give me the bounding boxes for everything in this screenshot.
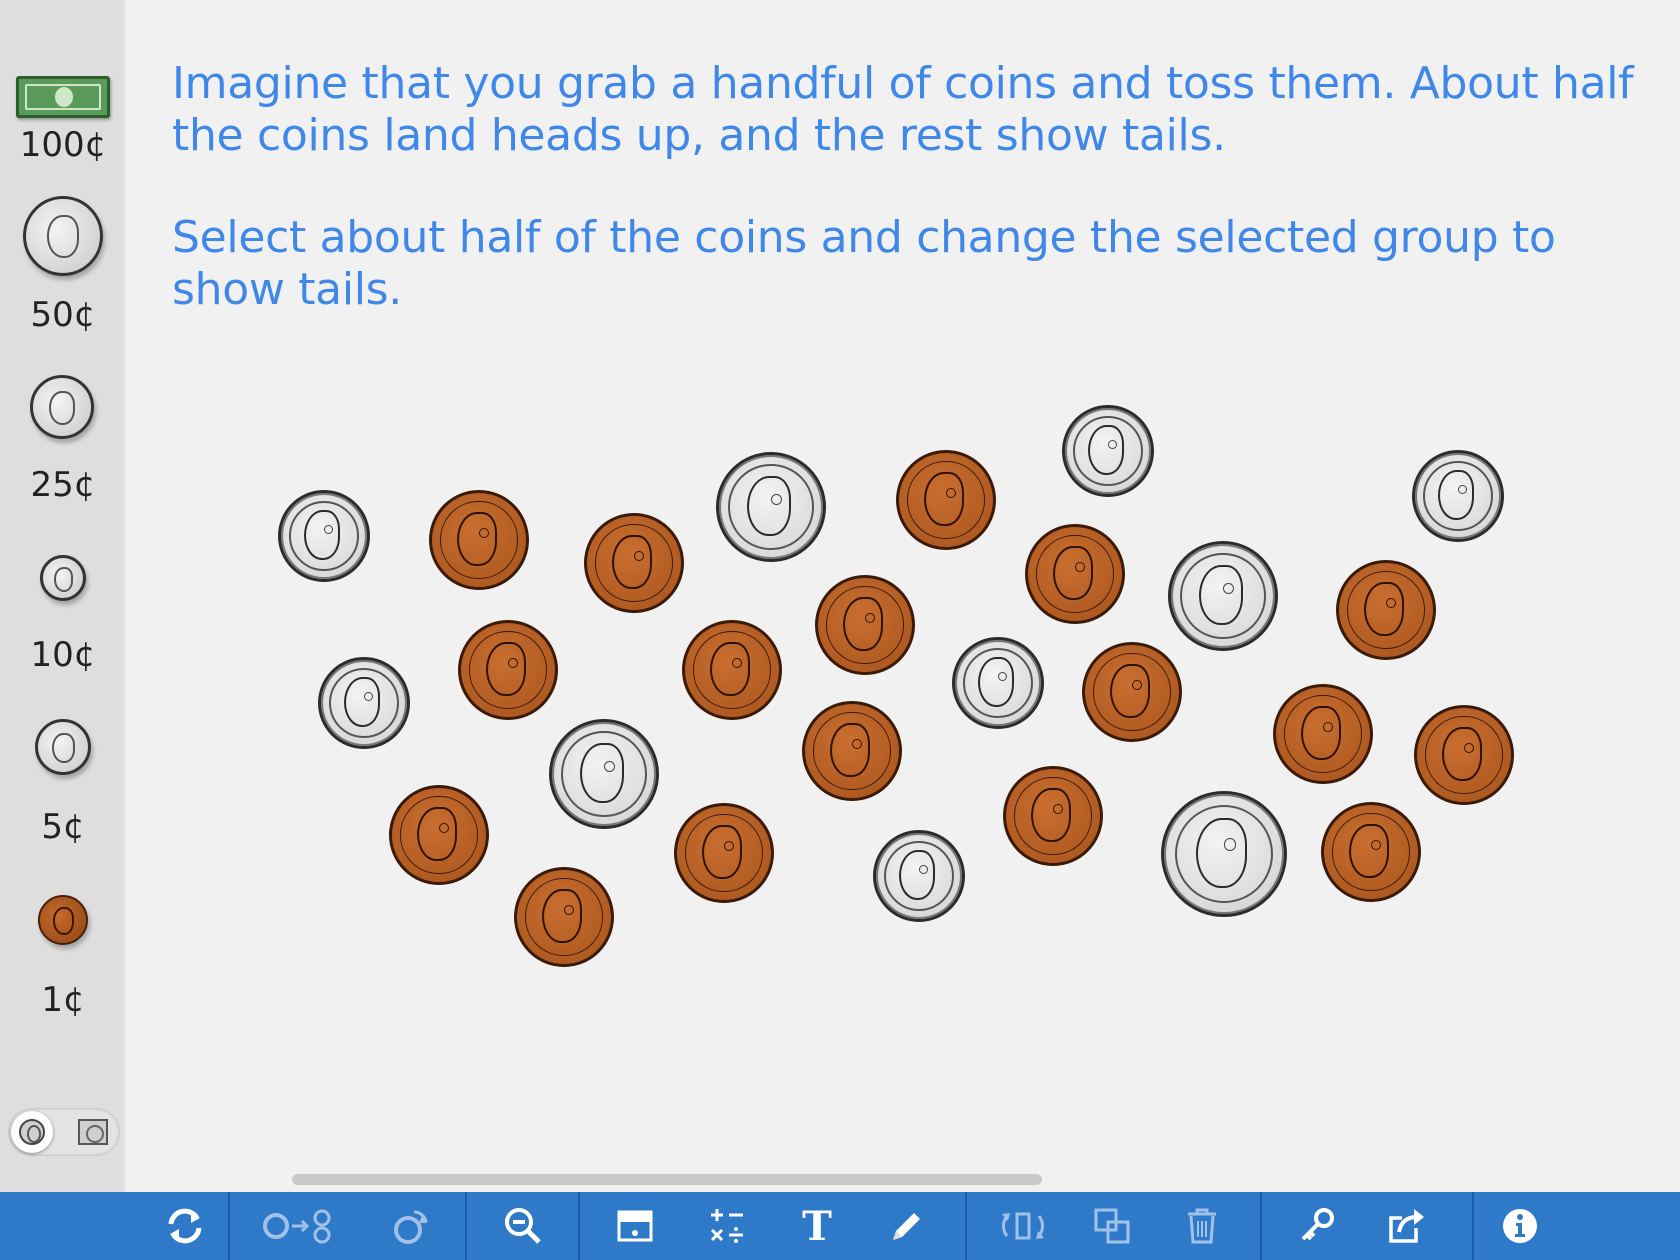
coin-heads-icon [19,1119,45,1145]
dime-coin[interactable] [1062,405,1154,497]
palette-label: 25¢ [30,465,96,505]
share-icon [1389,1209,1424,1243]
penny-coin[interactable] [429,490,529,590]
toolbar-separator [965,1192,967,1260]
penny-coin[interactable] [1273,684,1373,784]
instruction-text: Select about half of the coins and chang… [172,212,1556,315]
penny-coin[interactable] [1082,642,1182,742]
penny-coin[interactable] [682,620,782,720]
cover-box-icon [617,1210,653,1242]
palette-label: 1¢ [41,980,85,1020]
penny-coin[interactable] [1336,560,1436,660]
palette-item-5-cents[interactable]: 5¢ [0,715,126,850]
dime-icon [40,555,86,601]
flip-selection-icon [1001,1212,1044,1240]
text-icon: T [802,1202,832,1250]
zoom-out-icon [505,1208,541,1244]
toolbar-separator [1260,1192,1262,1260]
dime-coin[interactable] [318,657,410,749]
duplicate-icon [1094,1208,1130,1244]
palette-item-100-cents[interactable]: 100¢ [0,30,126,170]
half-dollar-icon [23,196,103,276]
trash-icon [1188,1208,1216,1244]
nickel-coin[interactable] [549,719,659,829]
coin-palette-sidebar: 100¢ 50¢ 25¢ 10¢ 5¢ 1¢ [0,0,126,1192]
penny-coin[interactable] [514,867,614,967]
app-window: 100¢ 50¢ 25¢ 10¢ 5¢ 1¢ Imagine that you [0,0,1680,1260]
nickel-coin[interactable] [716,452,826,562]
penny-coin[interactable] [674,803,774,903]
pencil-button[interactable] [862,1192,952,1260]
penny-coin[interactable] [1321,802,1421,902]
palette-item-25-cents[interactable]: 25¢ [0,370,126,510]
delete-button[interactable] [1157,1192,1247,1260]
nickel-coin[interactable] [1168,541,1278,651]
flip-selected-button[interactable] [975,1192,1070,1260]
toolbar-separator [578,1192,580,1260]
palette-label: 10¢ [30,635,96,675]
operations-button[interactable] [682,1192,772,1260]
plus-minus-times-divide-icon [710,1209,743,1243]
key-icon [1301,1208,1334,1241]
penny-icon [38,895,88,945]
penny-coin[interactable] [584,513,684,613]
penny-coin[interactable] [389,785,489,885]
share-button[interactable] [1362,1192,1452,1260]
zoom-out-button[interactable] [478,1192,568,1260]
text-button[interactable]: T [772,1192,862,1260]
dime-coin[interactable] [278,490,370,582]
penny-coin[interactable] [896,450,996,550]
palette-item-50-cents[interactable]: 50¢ [0,190,126,340]
info-button[interactable] [1475,1192,1565,1260]
penny-coin[interactable] [1025,524,1125,624]
palette-item-10-cents[interactable]: 10¢ [0,550,126,680]
palette-label: 50¢ [30,295,96,335]
coin-tails-icon [78,1119,108,1145]
penny-coin[interactable] [1414,705,1514,805]
nickel-icon [35,719,91,775]
heads-tails-toggle[interactable] [8,1108,120,1156]
reset-button[interactable] [140,1192,230,1260]
palette-item-1-cent[interactable]: 1¢ [0,890,126,1025]
toolbar-separator [465,1192,467,1260]
key-button[interactable] [1272,1192,1362,1260]
pencil-icon [893,1213,920,1240]
exchange-coins-icon [263,1209,331,1244]
flip-coin-icon [394,1210,428,1244]
palette-label: 100¢ [19,125,107,165]
palette-label: 5¢ [41,807,85,847]
bottom-toolbar: T [0,1192,1680,1260]
info-icon [1503,1209,1537,1243]
dime-coin[interactable] [1412,450,1504,542]
quarter-icon [30,375,94,439]
toolbar-separator [1472,1192,1474,1260]
dollar-bill-icon [16,76,110,118]
dime-coin[interactable] [952,637,1044,729]
dime-coin[interactable] [873,830,965,922]
duplicate-button[interactable] [1067,1192,1157,1260]
penny-coin[interactable] [802,701,902,801]
quarter-coin[interactable] [1161,791,1287,917]
penny-coin[interactable] [1003,766,1103,866]
cover-button[interactable] [590,1192,680,1260]
exchange-button[interactable] [255,1192,345,1260]
penny-coin[interactable] [815,575,915,675]
refresh-icon [168,1208,202,1244]
flip-button[interactable] [365,1192,455,1260]
horizontal-scrollbar[interactable] [292,1174,1042,1185]
toolbar-separator [228,1192,230,1260]
penny-coin[interactable] [458,620,558,720]
instruction-text: Imagine that you grab a handful of coins… [172,58,1634,161]
